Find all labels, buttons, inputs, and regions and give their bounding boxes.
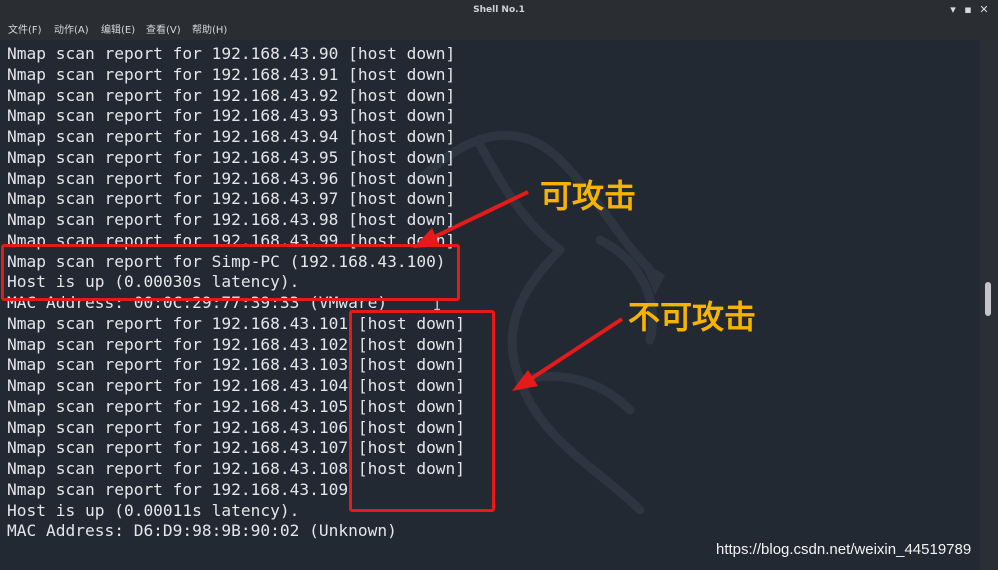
annotation-arrows [413,190,624,391]
attackable-label: 可攻击 [540,177,637,215]
source-watermark: https://blog.csdn.net/weixin_44519789 [716,541,972,558]
not-attackable-label: 不可攻击 [628,298,757,336]
not-attackable-arrow-icon [512,317,624,391]
terminal-window: Shell No.1 ▾ ▪ ✕ 文件(F) 动作(A) 编辑(E) 查看(V)… [0,0,998,570]
attackable-arrow-icon [413,190,529,248]
